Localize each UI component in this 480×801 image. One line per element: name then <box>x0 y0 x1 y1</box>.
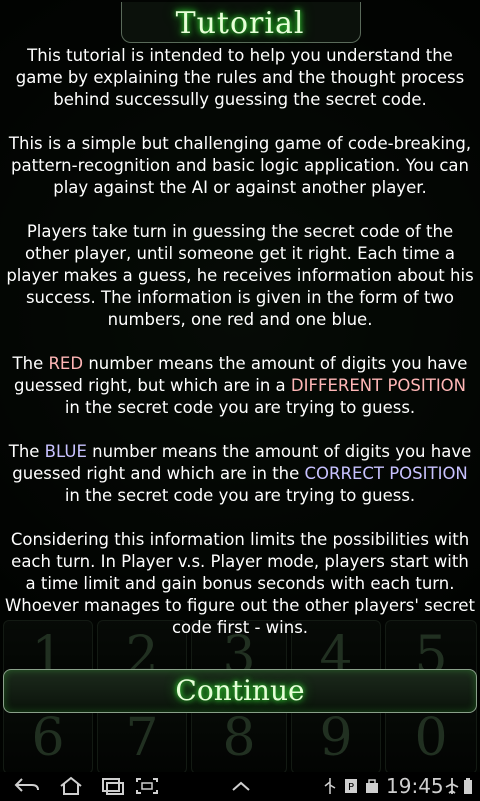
tutorial-overlay: Tutorial This tutorial is intended to he… <box>0 0 480 772</box>
red-keyword: RED <box>48 354 84 373</box>
back-icon[interactable] <box>14 776 40 796</box>
paragraph-red-number: The RED number means the amount of digit… <box>12 354 468 417</box>
tutorial-text: This tutorial is intended to help you un… <box>4 45 476 661</box>
correct-position-keyword: CORRECT POSITION <box>304 464 468 483</box>
screenshot-icon[interactable] <box>134 776 160 796</box>
paragraph-intro: This tutorial is intended to help you un… <box>15 46 465 109</box>
page-title: Tutorial <box>175 6 305 41</box>
continue-label: Continue <box>175 674 305 707</box>
shopping-bag-icon <box>364 776 380 796</box>
home-icon[interactable] <box>58 776 84 796</box>
battery-icon <box>462 776 474 796</box>
paragraph-rules: Players take turn in guessing the secret… <box>6 222 474 329</box>
paragraph-description: This is a simple but challenging game of… <box>8 134 472 197</box>
svg-text:P: P <box>348 782 354 793</box>
different-position-keyword: DIFFERENT POSITION <box>290 376 467 395</box>
chevron-up-icon[interactable] <box>230 776 252 796</box>
recent-apps-icon[interactable] <box>100 776 126 796</box>
paragraph-strategy: Considering this information limits the … <box>4 530 476 637</box>
usb-icon <box>322 776 338 796</box>
airplane-mode-icon <box>444 776 460 796</box>
continue-button[interactable]: Continue <box>3 669 477 713</box>
parking-icon: P <box>344 776 358 796</box>
system-navigation-bar: P 19:45 <box>0 772 480 800</box>
paragraph-blue-number: The BLUE number means the amount of digi… <box>8 442 472 505</box>
blue-keyword: BLUE <box>44 442 87 461</box>
clock: 19:45 <box>386 774 444 798</box>
